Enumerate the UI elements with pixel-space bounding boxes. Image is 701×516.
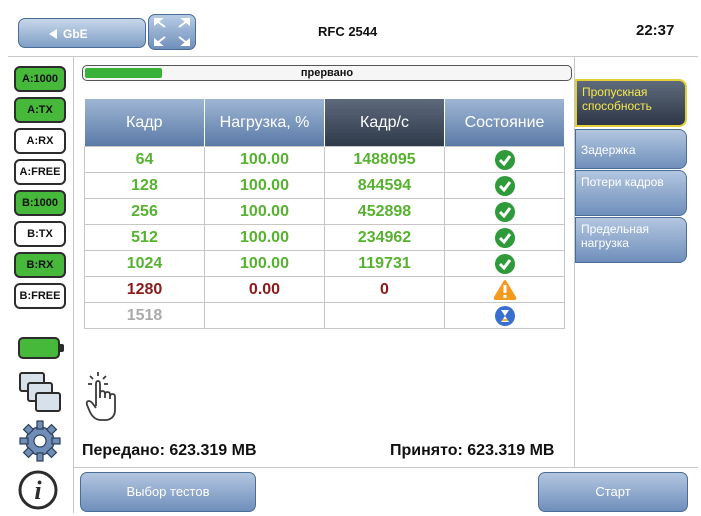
tab-throughput-label: Пропускная способность	[582, 85, 652, 113]
fps-cell: 234962	[324, 224, 445, 251]
info-icon: i	[18, 470, 58, 510]
check-icon	[494, 227, 515, 248]
state-cell	[444, 198, 565, 225]
state-cell	[444, 146, 565, 173]
tab-frame-loss[interactable]: Потери кадров	[575, 170, 687, 216]
tab-back-to-back[interactable]: Предельная нагрузка	[575, 217, 687, 263]
screens-button[interactable]	[18, 371, 62, 420]
frame-size-cell: 64	[84, 146, 205, 173]
frame-size-cell: 1280	[84, 276, 205, 303]
check-icon	[494, 175, 515, 196]
load-cell: 100.00	[204, 250, 325, 277]
touch-lock-button[interactable]	[84, 370, 120, 427]
warning-icon	[493, 279, 516, 300]
table-row: 1024 100.00 119731	[84, 250, 565, 277]
hourglass-icon	[494, 305, 515, 326]
column-header-load[interactable]: Нагрузка, %	[204, 99, 325, 147]
tab-latency[interactable]: Задержка	[575, 129, 687, 169]
touch-hand-icon	[85, 372, 116, 421]
test-progress-bar: прервано	[82, 65, 572, 81]
info-button[interactable]: i	[16, 469, 60, 516]
check-icon	[494, 253, 515, 274]
load-cell: 100.00	[204, 172, 325, 199]
clock: 22:37	[636, 22, 675, 39]
frame-size-cell: 512	[84, 224, 205, 251]
progress-status: прервано	[300, 67, 354, 79]
table-row: 256 100.00 452898	[84, 198, 565, 225]
column-header-frame[interactable]: Кадр	[84, 99, 205, 147]
fps-cell	[324, 302, 445, 329]
tab-frame-loss-label: Потери кадров	[581, 175, 664, 189]
load-cell: 100.00	[204, 224, 325, 251]
port-a-rx[interactable]: A:RX	[14, 128, 66, 154]
port-b-tx[interactable]: B:TX	[14, 221, 66, 247]
fps-cell: 1488095	[324, 146, 445, 173]
tab-throughput[interactable]: Пропускная способность	[575, 79, 687, 127]
top-bar: GbE RFC 2544 22:37	[8, 8, 698, 57]
received-total: Принято: 623.319 MB	[390, 442, 555, 459]
results-panel: прервано Кадр Нагрузка, % Кадр/с Состоян…	[74, 57, 574, 467]
frame-size-cell: 256	[84, 198, 205, 225]
sent-total: Передано: 623.319 MB	[82, 442, 257, 459]
port-b-free[interactable]: B:FREE	[14, 283, 66, 309]
gear-icon	[19, 420, 61, 462]
test-tabs: Пропускная способность Задержка Потери к…	[574, 57, 699, 467]
left-sidebar: A:1000 A:TX A:RX A:FREE B:1000 B:TX B:RX…	[8, 57, 74, 513]
tab-latency-label: Задержка	[581, 143, 636, 157]
port-a-tx[interactable]: A:TX	[14, 97, 66, 123]
battery-icon	[18, 337, 64, 359]
table-row: 128 100.00 844594	[84, 172, 565, 199]
page-title: RFC 2544	[318, 24, 378, 39]
maximize-button[interactable]	[148, 14, 196, 50]
settings-button[interactable]	[18, 419, 62, 468]
port-a-free[interactable]: A:FREE	[14, 159, 66, 185]
frame-size-cell: 128	[84, 172, 205, 199]
load-cell	[204, 302, 325, 329]
port-select-button[interactable]: GbE	[18, 18, 146, 48]
select-tests-button[interactable]: Выбор тестов	[80, 472, 256, 512]
table-row: 1280 0.00 0	[84, 276, 565, 303]
check-icon	[494, 201, 515, 222]
table-row: 1518	[84, 302, 565, 329]
load-cell: 0.00	[204, 276, 325, 303]
check-icon	[494, 149, 515, 170]
fps-cell: 119731	[324, 250, 445, 277]
start-button[interactable]: Старт	[538, 472, 688, 512]
svg-text:i: i	[34, 476, 42, 505]
column-header-state[interactable]: Состояние	[444, 99, 565, 147]
results-table: Кадр Нагрузка, % Кадр/с Состояние 64 100…	[84, 99, 565, 329]
maximize-icon	[154, 18, 190, 46]
screens-icon	[19, 372, 61, 412]
state-cell	[444, 302, 565, 329]
fps-cell: 452898	[324, 198, 445, 225]
app-frame: GbE RFC 2544 22:37 A:1000 A:TX A:RX A:FR…	[8, 8, 698, 513]
state-cell	[444, 250, 565, 277]
fps-cell: 844594	[324, 172, 445, 199]
state-cell	[444, 276, 565, 303]
load-cell: 100.00	[204, 146, 325, 173]
load-cell: 100.00	[204, 198, 325, 225]
back-arrow-icon	[49, 29, 57, 39]
state-cell	[444, 224, 565, 251]
frame-size-cell: 1518	[84, 302, 205, 329]
table-row: 64 100.00 1488095	[84, 146, 565, 173]
port-b-1000[interactable]: B:1000	[14, 190, 66, 216]
state-cell	[444, 172, 565, 199]
port-b-rx[interactable]: B:RX	[14, 252, 66, 278]
port-a-1000[interactable]: A:1000	[14, 66, 66, 92]
bottom-bar: Выбор тестов Старт	[74, 467, 698, 514]
frame-size-cell: 1024	[84, 250, 205, 277]
tab-back-to-back-label: Предельная нагрузка	[581, 222, 650, 250]
port-select-label: GbE	[63, 27, 88, 41]
table-row: 512 100.00 234962	[84, 224, 565, 251]
fps-cell: 0	[324, 276, 445, 303]
column-header-fps[interactable]: Кадр/с	[324, 99, 445, 147]
